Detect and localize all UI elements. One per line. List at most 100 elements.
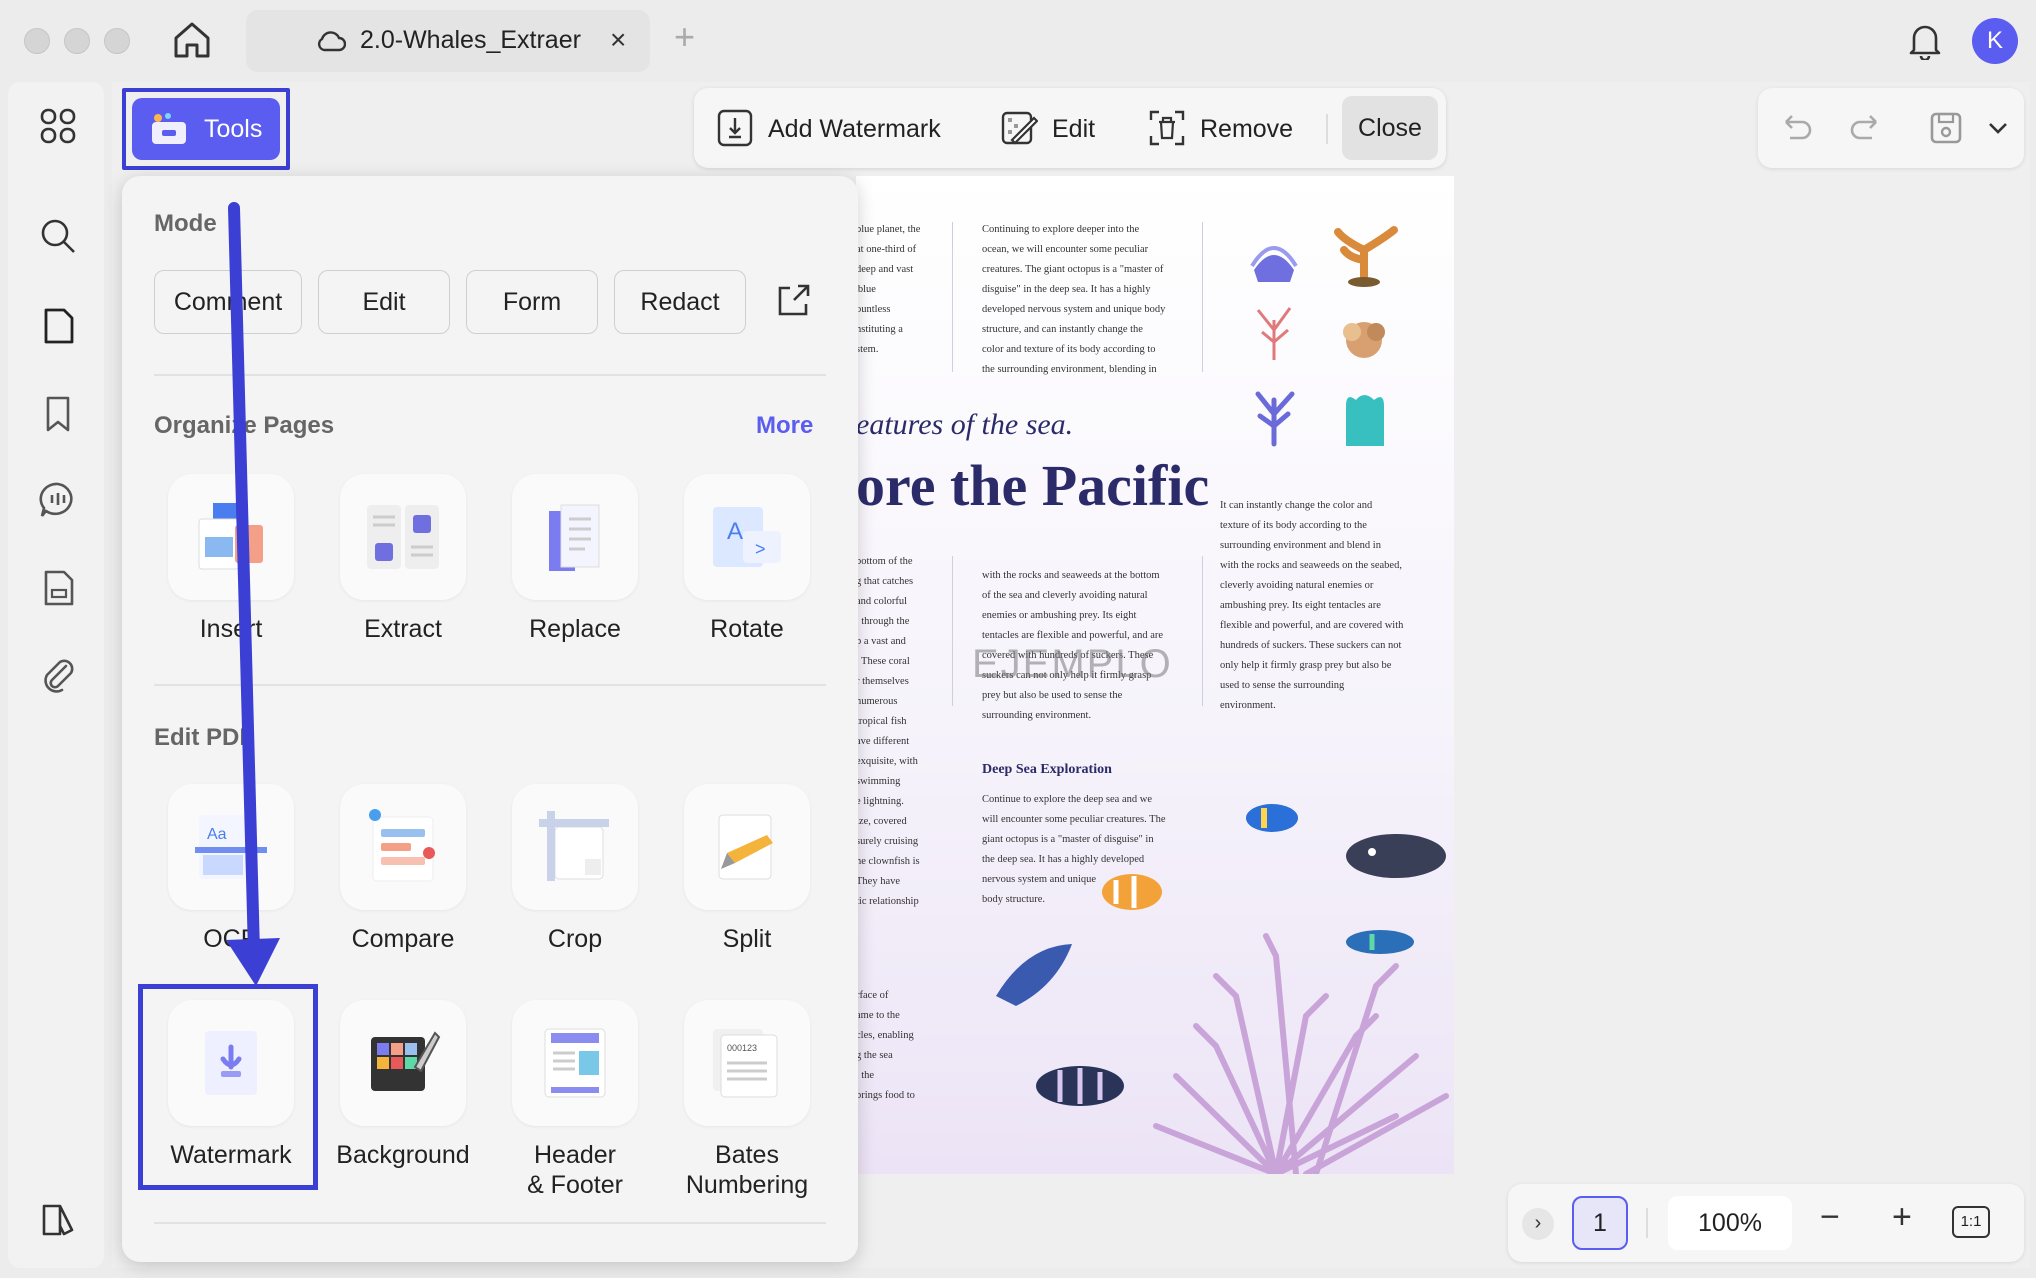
undo-icon[interactable] (1778, 110, 1814, 146)
header-footer-icon (544, 1028, 606, 1098)
insert-label: Insert (199, 615, 263, 643)
svg-text:000123: 000123 (727, 1043, 757, 1053)
mode-form-button[interactable]: Form (466, 270, 598, 334)
split-label: Split (722, 925, 772, 953)
save-options-chevron-icon[interactable] (1980, 110, 2016, 146)
insert-icon (198, 503, 263, 570)
remove-watermark-label: Remove (1200, 115, 1294, 143)
zoom-in-button[interactable]: + (1892, 1198, 1912, 1237)
apps-grid-icon[interactable] (38, 106, 78, 146)
split-icon (718, 814, 773, 880)
organize-section-title: Organize Pages (154, 412, 335, 439)
doc-subtitle: eatures of the sea. (856, 408, 1074, 441)
cloud-icon (317, 31, 346, 52)
zoom-out-button[interactable]: − (1820, 1198, 1840, 1237)
add-watermark-button[interactable]: Add Watermark (716, 106, 941, 150)
pdf-page: blue planet, the at one-third of deep an… (856, 176, 1454, 1174)
window-zoom-button[interactable] (104, 28, 130, 54)
doc-text-col3-mid: It can instantly change the color and te… (1220, 500, 1404, 711)
rotate-label: Rotate (710, 615, 784, 643)
form-fields-icon[interactable] (38, 568, 78, 608)
bates-numbering-label: Bates Numbering (685, 1141, 809, 1199)
actual-size-button[interactable]: 1:1 (1952, 1206, 1990, 1238)
search-icon[interactable] (38, 216, 78, 256)
ocr-label: OCR (203, 925, 259, 953)
doc-title: ore the Pacific (856, 453, 1210, 518)
toolbox-icon (152, 113, 186, 144)
column-rule (1202, 556, 1203, 706)
replace-label: Replace (529, 615, 621, 643)
column-rule (1202, 222, 1203, 372)
compare-icon (369, 809, 435, 882)
zoom-level[interactable]: 100% (1668, 1196, 1792, 1250)
bookmark-icon[interactable] (38, 394, 78, 434)
replace-icon (549, 504, 600, 571)
edit-watermark-button[interactable]: Edit (1000, 106, 1110, 150)
doc-text-col1-top: blue planet, the at one-third of deep an… (856, 224, 921, 355)
new-tab-button[interactable]: + (674, 16, 695, 58)
column-rule (952, 556, 953, 706)
doc-text-col1-bottom: rface of ame to the cles, enabling g the… (856, 990, 915, 1101)
column-rule (952, 222, 953, 372)
left-sidebar (8, 82, 104, 1268)
section-divider (154, 374, 826, 376)
title-bar: 2.0-Whales_Extraer × + K (0, 0, 2036, 82)
tab-title: 2.0-Whales_Extraer (360, 26, 581, 54)
bell-icon[interactable] (1906, 20, 1944, 60)
organize-more-link[interactable]: More (756, 412, 813, 440)
tools-button-highlight: Tools (122, 88, 290, 170)
section-divider (154, 684, 826, 686)
ocr-icon: Aa (195, 815, 267, 879)
watermark-toolbar: Add Watermark Edit Remove Close (694, 88, 1446, 168)
next-page-chevron-icon[interactable]: › (1522, 1208, 1554, 1240)
background-label: Background (336, 1141, 470, 1169)
compare-label: Compare (351, 925, 455, 953)
bottom-bar-divider (1646, 1208, 1648, 1238)
crop-icon (539, 811, 609, 881)
edit-watermark-icon (1001, 111, 1038, 145)
attachment-icon[interactable] (38, 654, 78, 694)
remove-watermark-button[interactable]: Remove (1148, 106, 1308, 150)
doc-text-col2-top: Continuing to explore deeper into the oc… (982, 224, 1166, 375)
reef-illustration (996, 804, 1449, 1174)
toolbar-divider (1326, 114, 1328, 144)
svg-text:Aa: Aa (207, 826, 227, 843)
tools-label: Tools (204, 115, 263, 143)
doc-section-title: Deep Sea Exploration (982, 762, 1112, 777)
crop-label: Crop (547, 925, 603, 953)
mode-edit-button[interactable]: Edit (318, 270, 450, 334)
history-toolbar (1758, 88, 2024, 168)
pages-icon[interactable] (38, 306, 78, 346)
extract-icon (367, 505, 439, 569)
background-icon (371, 1031, 441, 1091)
comments-icon[interactable] (38, 480, 78, 520)
edit-pdf-section-title: Edit PDF (154, 724, 254, 751)
redo-icon[interactable] (1848, 110, 1884, 146)
tab-close-icon[interactable]: × (610, 24, 626, 56)
bates-numbering-icon: 000123 (713, 1029, 778, 1098)
add-watermark-label: Add Watermark (768, 115, 941, 143)
tools-button[interactable]: Tools (132, 98, 280, 160)
add-watermark-icon (717, 109, 753, 147)
remove-watermark-icon (1149, 110, 1185, 146)
close-watermark-button[interactable]: Close (1342, 96, 1438, 160)
mode-comment-button[interactable]: Comment (154, 270, 302, 334)
mode-section-title: Mode (154, 210, 217, 237)
watermark-preview-text: EJEMPLO (972, 642, 1173, 686)
header-footer-label: Header & Footer (527, 1141, 623, 1199)
rotate-icon: A > (713, 507, 781, 567)
page-navigation-bar: › 1 100% − + 1:1 (1508, 1184, 2024, 1262)
avatar[interactable]: K (1972, 18, 2018, 64)
edit-watermark-label: Edit (1052, 115, 1096, 143)
home-icon[interactable] (170, 18, 214, 62)
open-external-icon[interactable] (774, 282, 812, 320)
mode-redact-button[interactable]: Redact (614, 270, 746, 334)
window-minimize-button[interactable] (64, 28, 90, 54)
document-tab[interactable]: 2.0-Whales_Extraer × (246, 10, 650, 72)
extract-label: Extract (364, 615, 442, 643)
product-logo-icon[interactable] (38, 1200, 78, 1240)
section-divider (154, 1222, 826, 1224)
save-icon[interactable] (1928, 110, 1964, 146)
window-close-button[interactable] (24, 28, 50, 54)
page-number-input[interactable]: 1 (1572, 1196, 1628, 1250)
